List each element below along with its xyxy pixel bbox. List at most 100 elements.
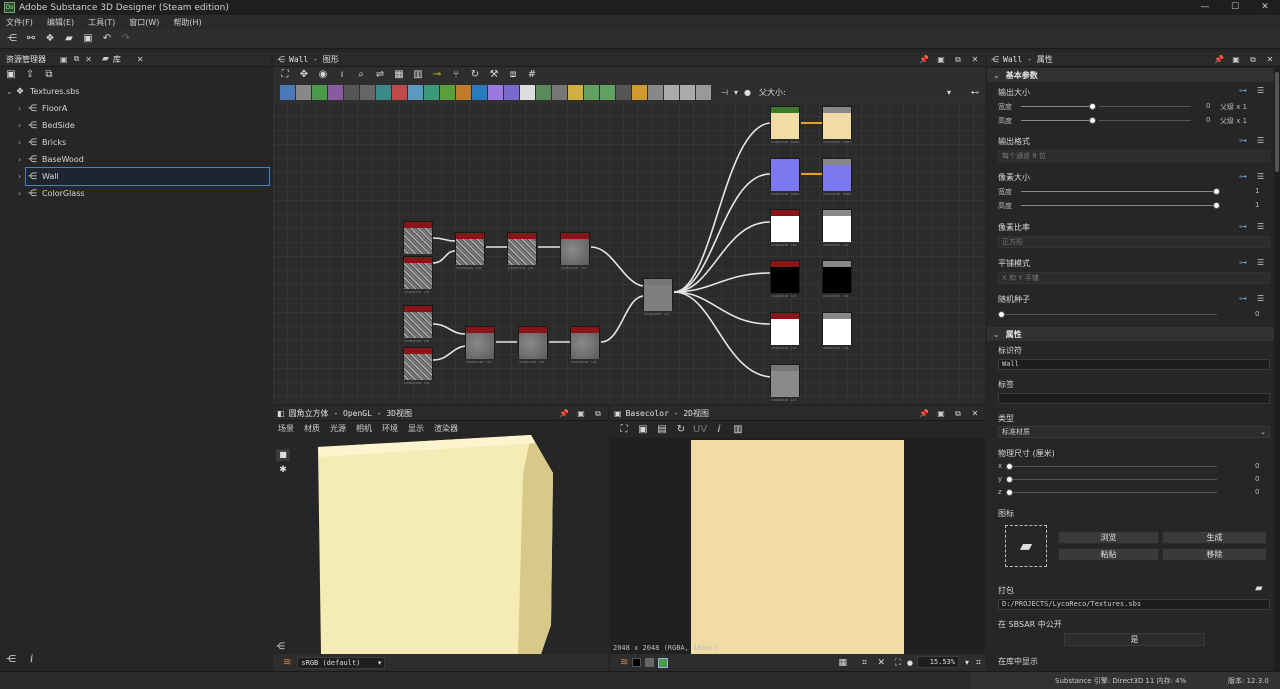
link-icon[interactable]: ⊶: [1239, 172, 1247, 181]
graph-node-noise-a[interactable]: 2048x2048 · L16: [403, 221, 433, 259]
node-blend-icon[interactable]: [296, 84, 311, 100]
graph-node-levels-1[interactable]: 2048x2048 · L16: [560, 232, 590, 270]
new-package-icon[interactable]: ❖: [43, 32, 57, 46]
histogram-icon[interactable]: ▥: [731, 423, 745, 437]
graph-node-metallic-output[interactable]: 2048x2048 · L16: [822, 260, 852, 298]
node-uniform-white-icon[interactable]: [520, 84, 535, 100]
graph-node-levels-2[interactable]: 2048x2048 · L16: [570, 326, 600, 364]
pixel-height-slider[interactable]: [1021, 202, 1220, 209]
graph-node-blur-1[interactable]: 2048x2048 · L16: [507, 232, 537, 270]
layers-icon[interactable]: ≋: [283, 657, 291, 668]
link-icon[interactable]: ⊶: [1239, 258, 1247, 267]
layers-icon[interactable]: ≋: [620, 657, 628, 668]
view3d-menu-scene[interactable]: 场景: [278, 423, 294, 434]
menu-window[interactable]: 窗口(W): [129, 17, 159, 28]
pin-icon[interactable]: 📌: [1213, 55, 1225, 64]
collapse-arrow-icon[interactable]: ›: [18, 138, 28, 147]
copy-icon[interactable]: ▤: [655, 423, 669, 437]
tiling-select[interactable]: X 和 Y 平铺: [998, 272, 1270, 284]
node-uniform-icon[interactable]: [280, 84, 295, 100]
section-basic-params[interactable]: ⌄ 基本参数: [987, 68, 1274, 82]
node-warp-icon[interactable]: [488, 84, 503, 100]
node-pin-icon[interactable]: [680, 84, 695, 100]
save-icon[interactable]: ▣: [81, 32, 95, 46]
hierarchy-icon[interactable]: ⋲: [6, 654, 16, 665]
align-icon[interactable]: ▦: [392, 68, 406, 82]
close-icon[interactable]: ✕: [969, 409, 981, 418]
folder-icon[interactable]: ▰: [1255, 583, 1263, 594]
physical-z-slider[interactable]: [1006, 489, 1217, 496]
collapse-arrow-icon[interactable]: ›: [18, 121, 28, 130]
options-icon[interactable]: ⊷: [971, 88, 979, 97]
view3d-menu-material[interactable]: 材质: [304, 423, 320, 434]
node-curve-icon[interactable]: [328, 84, 343, 100]
menu-icon[interactable]: ☰: [1257, 172, 1264, 181]
physical-x-slider[interactable]: [1006, 463, 1217, 470]
fit-icon[interactable]: ✕: [877, 658, 885, 668]
library-icon[interactable]: ▰: [102, 54, 109, 64]
reset-zoom-icon[interactable]: ⌗: [976, 658, 981, 668]
graph-node-height-output[interactable]: 2048x2048 · L16: [770, 364, 800, 402]
node-transform-icon[interactable]: [376, 84, 391, 100]
tools-icon[interactable]: ⚒: [487, 68, 501, 82]
minimize-button[interactable]: —: [1190, 0, 1220, 15]
close-icon[interactable]: ✕: [969, 55, 981, 64]
slider-knob[interactable]: [1089, 103, 1096, 110]
frame-icon[interactable]: ⛶: [278, 68, 292, 82]
slider-knob[interactable]: [1006, 489, 1013, 496]
graph-node-normal[interactable]: 2048x2048 · RGBA: [770, 158, 800, 196]
properties-scrollbar[interactable]: [1274, 68, 1280, 671]
node-frame-icon[interactable]: [648, 84, 663, 100]
link-icon[interactable]: ⊶: [1239, 86, 1247, 95]
channel-black-icon[interactable]: [632, 658, 642, 667]
collapse-arrow-icon[interactable]: ›: [18, 189, 28, 198]
explorer-tab[interactable]: 资源管理器: [6, 54, 46, 65]
node-dir-warp-icon[interactable]: [600, 84, 615, 100]
pixel-ratio-select[interactable]: 正方形: [998, 236, 1270, 248]
dock-icon[interactable]: ▣: [935, 55, 947, 64]
uv-icon[interactable]: UV: [693, 423, 707, 437]
slider-knob[interactable]: [1006, 463, 1013, 470]
save-icon[interactable]: ▣: [636, 423, 650, 437]
menu-icon[interactable]: ☰: [1257, 136, 1264, 145]
view3d-menu-light[interactable]: 光源: [330, 423, 346, 434]
type-select[interactable]: 标准材质 ⌄: [998, 426, 1270, 438]
comment-icon[interactable]: ▾: [734, 88, 738, 97]
channel-grey-icon[interactable]: [645, 658, 655, 667]
tree-root[interactable]: ⌄ ❖ Textures.sbs: [0, 83, 271, 100]
graph-node-noise-c[interactable]: 2048x2048 · L16: [403, 305, 433, 343]
frame-icon[interactable]: ⛶: [617, 423, 631, 437]
graph-node-basecolor-output[interactable]: 2048x2048 · RGBA: [822, 106, 852, 144]
tags-input[interactable]: [998, 393, 1270, 404]
tree-item-wall[interactable]: › ⋲ Wall: [18, 167, 270, 186]
graph-node-ao-output[interactable]: 2048x2048 · L16: [822, 312, 852, 350]
channel-rgb-icon[interactable]: [658, 657, 669, 668]
hierarchy-icon[interactable]: ⋲: [276, 642, 285, 652]
expand-arrow-icon[interactable]: ⌄: [6, 87, 16, 96]
menu-icon[interactable]: ☰: [1257, 294, 1264, 303]
camera-icon[interactable]: ◉: [316, 68, 330, 82]
connect-icon[interactable]: ⊸: [430, 68, 444, 82]
node-emboss-icon[interactable]: [504, 84, 519, 100]
graph-canvas[interactable]: 2048x2048 · L16 2048x2048 · L16 2048x204…: [273, 102, 985, 404]
graph-node-noise-d[interactable]: 2048x2048 · L16: [403, 347, 433, 385]
section-attributes[interactable]: ⌄ 属性: [987, 327, 1274, 341]
save-package-icon[interactable]: ▣: [4, 68, 18, 82]
node-pixel-icon[interactable]: [408, 84, 423, 100]
pin-node-icon[interactable]: ●: [744, 88, 751, 97]
menu-file[interactable]: 文件(F): [6, 17, 33, 28]
node-fxmap-icon[interactable]: [392, 84, 407, 100]
menu-edit[interactable]: 编辑(E): [47, 17, 74, 28]
split-icon[interactable]: ⑂: [449, 68, 463, 82]
node-switch-icon[interactable]: [616, 84, 631, 100]
slider-knob[interactable]: [1213, 202, 1220, 209]
info-icon[interactable]: i: [712, 423, 726, 437]
node-text-icon[interactable]: [568, 84, 583, 100]
new-function-icon[interactable]: ⚯: [24, 32, 38, 46]
maximize-button[interactable]: ☐: [1220, 0, 1250, 15]
float-icon[interactable]: ⧉: [952, 55, 964, 65]
view3d-menu-camera[interactable]: 相机: [356, 423, 372, 434]
collapse-arrow-icon[interactable]: ›: [18, 172, 28, 181]
node-warning-icon[interactable]: [632, 84, 647, 100]
generate-button[interactable]: 生成: [1162, 531, 1267, 544]
